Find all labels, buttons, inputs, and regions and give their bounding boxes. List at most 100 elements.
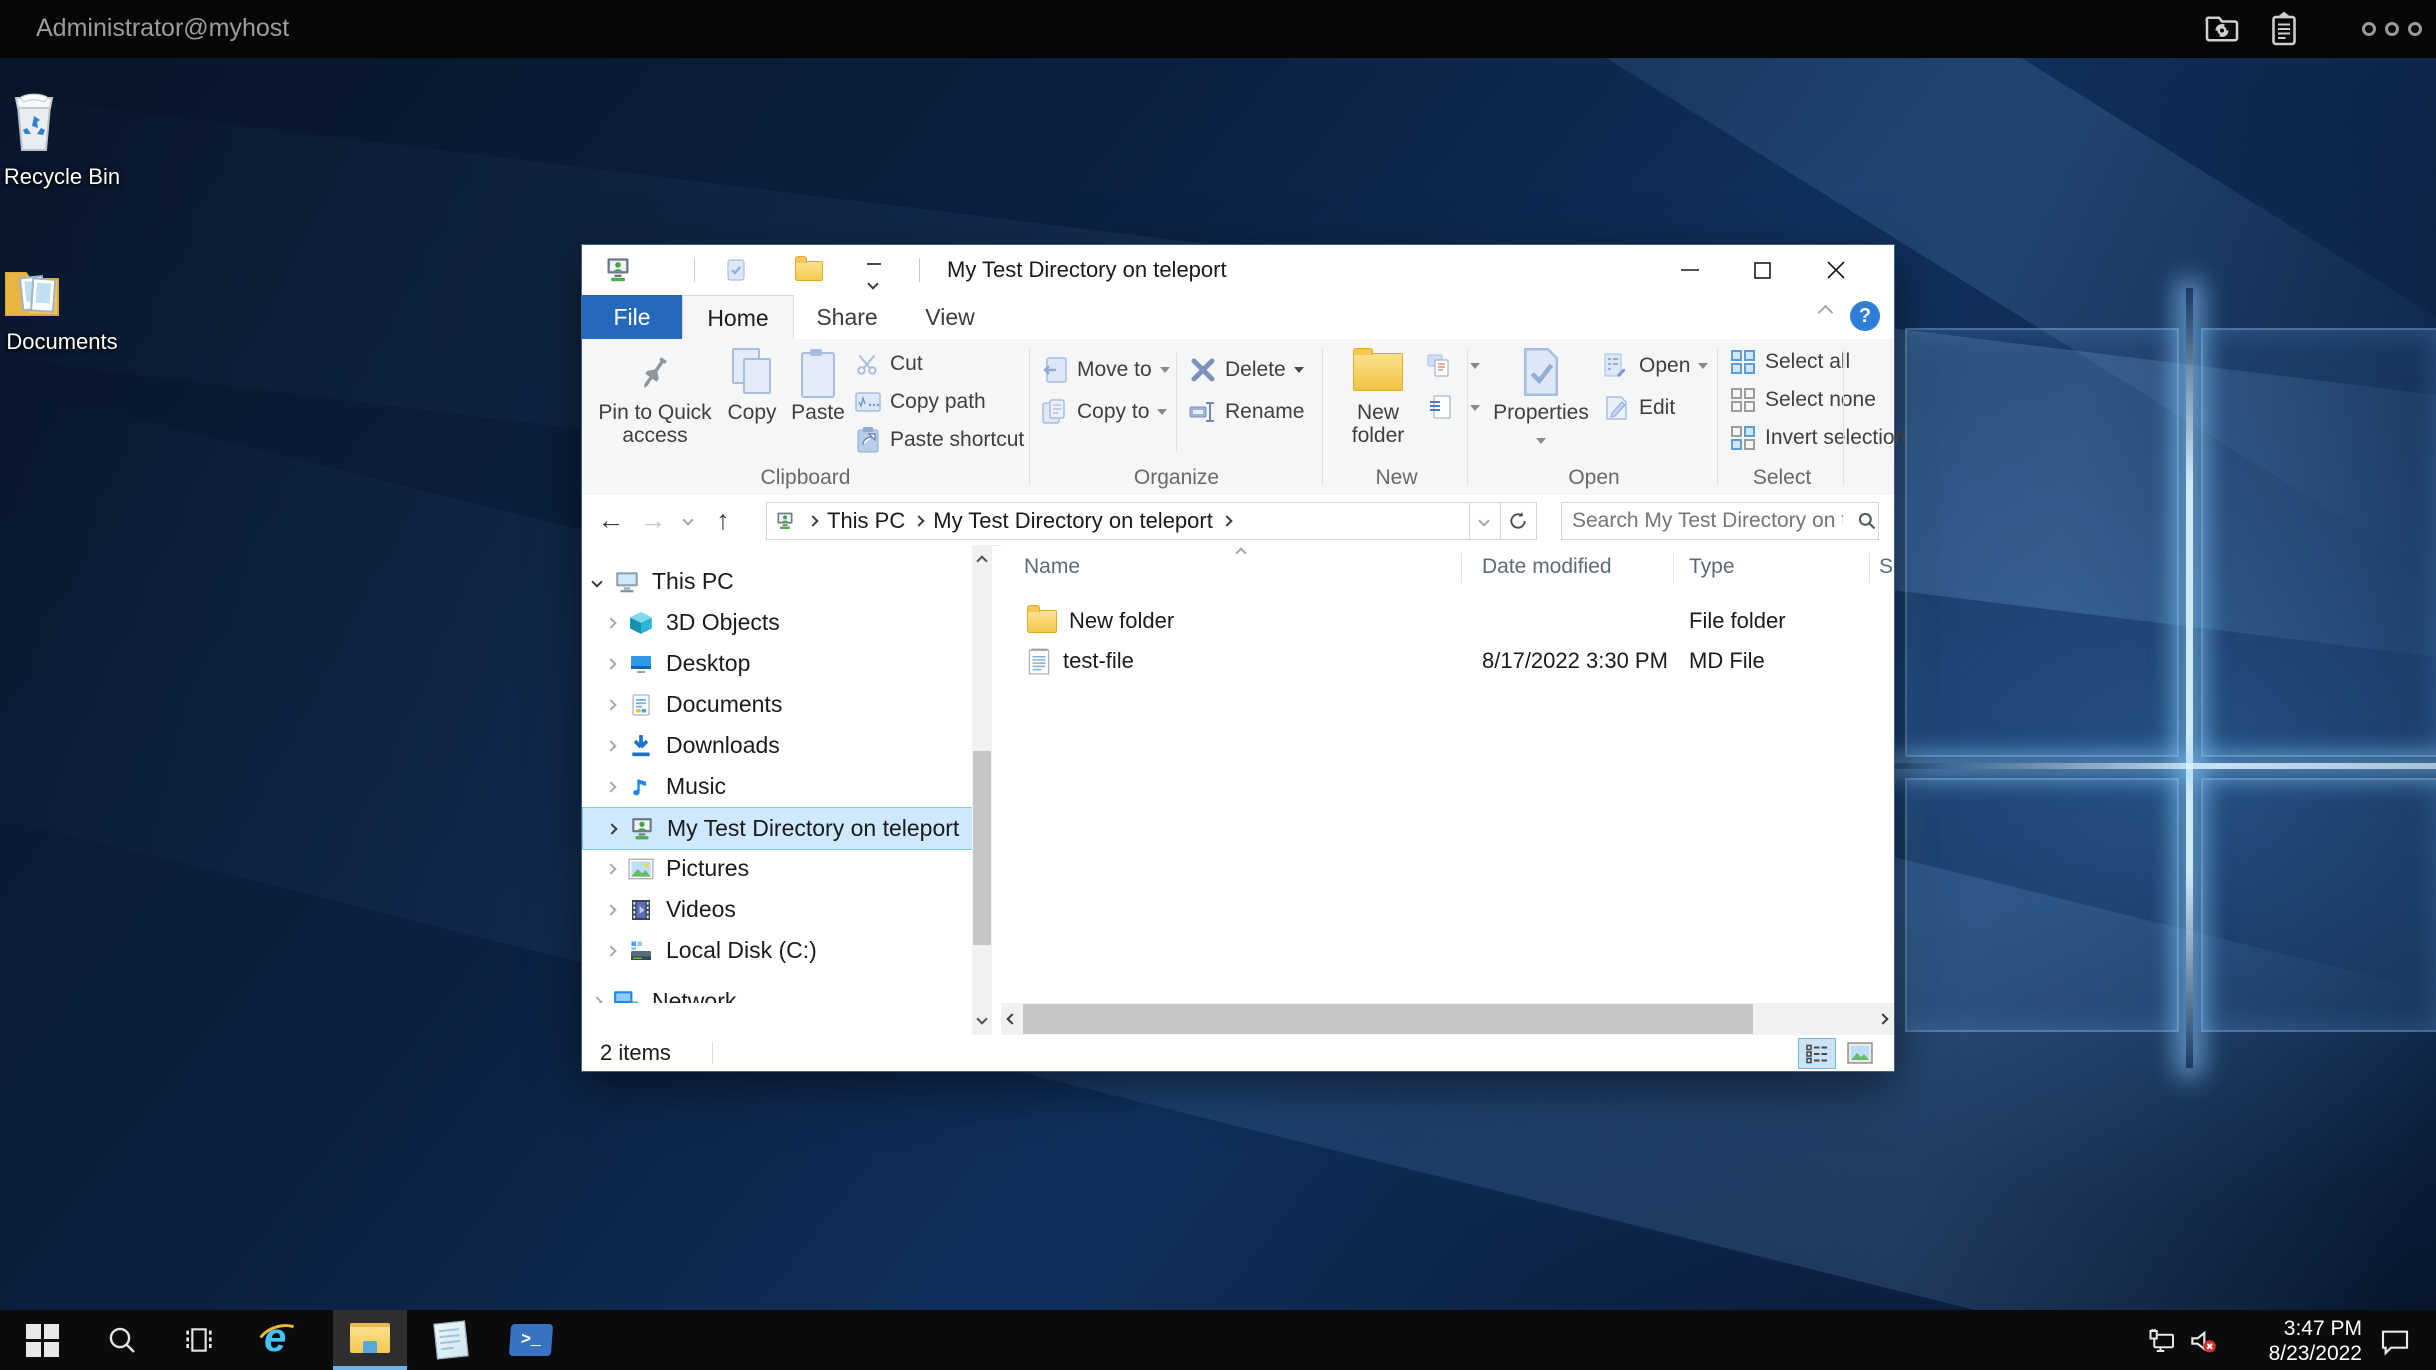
- volume-muted-icon[interactable]: [2186, 1324, 2220, 1358]
- scroll-up-icon[interactable]: [972, 545, 992, 577]
- tree-scrollbar[interactable]: [972, 545, 992, 1035]
- open-button[interactable]: Open: [1603, 349, 1708, 383]
- expand-chevron-icon[interactable]: [605, 904, 616, 915]
- status-bar: 2 items: [582, 1035, 1894, 1070]
- tree-item-videos[interactable]: Videos: [582, 889, 972, 930]
- move-to-button[interactable]: Move to: [1041, 353, 1170, 387]
- expand-chevron-icon[interactable]: [605, 863, 616, 874]
- breadcrumb-chevron-icon[interactable]: [1221, 515, 1232, 526]
- tree-item-local-disk-c[interactable]: Local Disk (C:): [582, 930, 972, 971]
- file-explorer-button[interactable]: [333, 1310, 407, 1370]
- scroll-right-icon[interactable]: [1872, 1003, 1894, 1035]
- breadcrumb-this-pc[interactable]: This PC: [827, 508, 905, 534]
- expand-chevron-icon[interactable]: [591, 996, 602, 1003]
- pin-to-quick-access-button[interactable]: Pin to Quick access: [594, 343, 716, 447]
- delete-button[interactable]: Delete: [1189, 353, 1304, 387]
- tree-item-3d-objects[interactable]: 3D Objects: [582, 602, 972, 643]
- address-bar[interactable]: This PC My Test Directory on teleport: [766, 502, 1470, 540]
- taskbar-clock[interactable]: 3:47 PM 8/23/2022: [2269, 1316, 2362, 1366]
- minimize-button[interactable]: [1662, 245, 1718, 295]
- column-header-size[interactable]: Size: [1879, 545, 1894, 589]
- edit-button[interactable]: Edit: [1603, 391, 1675, 425]
- tab-file[interactable]: File: [582, 295, 682, 339]
- task-view-button[interactable]: [162, 1310, 236, 1370]
- column-header-date-modified[interactable]: Date modified: [1482, 545, 1672, 589]
- expand-chevron-icon[interactable]: [605, 699, 616, 710]
- details-view-button[interactable]: [1798, 1038, 1836, 1069]
- tree-item-pictures[interactable]: Pictures: [582, 848, 972, 889]
- column-header-name[interactable]: Name: [1024, 545, 1454, 589]
- scroll-left-icon[interactable]: [1001, 1003, 1023, 1035]
- invert-selection-button[interactable]: Invert selection: [1729, 421, 1906, 455]
- column-header-type[interactable]: Type: [1689, 545, 1859, 589]
- start-button[interactable]: [5, 1310, 79, 1370]
- desktop-icon-recycle-bin[interactable]: Recycle Bin: [2, 90, 122, 190]
- tab-share[interactable]: Share: [792, 295, 902, 339]
- properties-button[interactable]: Properties: [1485, 343, 1597, 449]
- maximize-button[interactable]: [1734, 245, 1790, 295]
- file-row-test-file[interactable]: test-file 8/17/2022 3:30 PM MD File: [1001, 641, 1894, 681]
- breadcrumb-current[interactable]: My Test Directory on teleport: [933, 508, 1213, 534]
- expand-chevron-icon[interactable]: [605, 617, 616, 628]
- tree-item-this-pc[interactable]: This PC: [582, 561, 971, 602]
- action-center-icon[interactable]: [2378, 1324, 2412, 1358]
- internet-explorer-button[interactable]: e: [240, 1310, 314, 1370]
- powershell-button[interactable]: >_: [494, 1310, 568, 1370]
- rename-button[interactable]: Rename: [1189, 395, 1304, 429]
- up-button[interactable]: ↑: [704, 501, 742, 539]
- clipboard-icon[interactable]: [2266, 11, 2302, 47]
- breadcrumb-chevron-icon[interactable]: [807, 515, 818, 526]
- expand-chevron-icon[interactable]: [605, 781, 616, 792]
- back-button[interactable]: ←: [592, 501, 630, 539]
- tree-item-documents[interactable]: Documents: [582, 684, 972, 725]
- paste-button[interactable]: Paste: [786, 343, 850, 424]
- cut-button[interactable]: Cut: [854, 347, 923, 381]
- desktop-icon-documents[interactable]: Documents: [2, 261, 122, 355]
- qat-new-folder-icon[interactable]: [795, 261, 823, 281]
- file-row-new-folder[interactable]: New folder File folder: [1001, 601, 1894, 641]
- taskbar-search-button[interactable]: [85, 1310, 159, 1370]
- search-box[interactable]: [1561, 502, 1879, 540]
- select-none-button[interactable]: Select none: [1729, 383, 1876, 417]
- scrollbar-thumb[interactable]: [1023, 1004, 1753, 1034]
- recent-locations-icon[interactable]: [676, 501, 700, 539]
- help-icon[interactable]: ?: [1850, 301, 1880, 331]
- title-bar[interactable]: My Test Directory on teleport: [582, 245, 1894, 295]
- collapse-ribbon-icon[interactable]: [1818, 305, 1834, 321]
- tree-item-my-test-directory[interactable]: My Test Directory on teleport: [582, 807, 972, 850]
- tree-item-downloads[interactable]: Downloads: [582, 725, 972, 766]
- new-folder-button[interactable]: New folder: [1332, 343, 1424, 447]
- qat-properties-icon[interactable]: [724, 258, 748, 282]
- tree-item-music[interactable]: Music: [582, 766, 972, 807]
- search-icon[interactable]: [1857, 511, 1877, 531]
- expand-chevron-icon[interactable]: [605, 945, 616, 956]
- expand-chevron-icon[interactable]: [605, 658, 616, 669]
- paste-shortcut-button[interactable]: Paste shortcut: [854, 423, 1024, 457]
- more-options-icon[interactable]: [2362, 22, 2422, 36]
- tree-item-desktop[interactable]: Desktop: [582, 643, 972, 684]
- breadcrumb-chevron-icon[interactable]: [914, 515, 925, 526]
- forward-button[interactable]: →: [634, 501, 672, 539]
- horizontal-scrollbar[interactable]: [1001, 1003, 1894, 1035]
- file-transfer-icon[interactable]: [2204, 11, 2240, 47]
- qat-customize-icon[interactable]: [867, 263, 881, 294]
- scrollbar-thumb[interactable]: [973, 751, 991, 945]
- network-tray-icon[interactable]: [2146, 1324, 2180, 1358]
- expand-chevron-icon[interactable]: [605, 740, 616, 751]
- close-button[interactable]: [1808, 245, 1864, 295]
- scroll-down-icon[interactable]: [972, 1003, 992, 1035]
- collapse-chevron-icon[interactable]: [591, 576, 602, 587]
- notepad-button[interactable]: [414, 1310, 488, 1370]
- tab-view[interactable]: View: [902, 295, 998, 339]
- expand-chevron-icon[interactable]: [606, 823, 617, 834]
- copy-to-button[interactable]: Copy to: [1041, 395, 1167, 429]
- search-input[interactable]: [1562, 509, 1847, 533]
- copy-button[interactable]: Copy: [720, 343, 784, 424]
- tree-item-network[interactable]: Network: [582, 981, 971, 1003]
- address-dropdown-icon[interactable]: [1468, 502, 1501, 540]
- refresh-icon[interactable]: [1500, 502, 1537, 540]
- large-icons-view-button[interactable]: [1842, 1038, 1878, 1067]
- select-all-button[interactable]: Select all: [1729, 345, 1850, 379]
- tab-home[interactable]: Home: [682, 295, 794, 340]
- copy-path-button[interactable]: Copy path: [854, 385, 986, 419]
